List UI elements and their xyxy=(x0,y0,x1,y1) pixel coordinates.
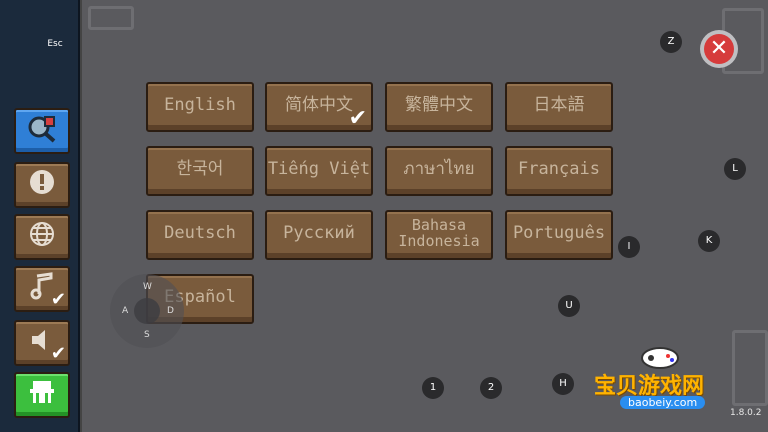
sidebar-shop-button[interactable] xyxy=(14,372,70,418)
language-button[interactable]: Tiếng Việt xyxy=(265,146,373,196)
joystick-knob[interactable] xyxy=(134,298,160,324)
virtual-joystick[interactable]: W A D S xyxy=(110,274,184,348)
language-button[interactable]: Português xyxy=(505,210,613,260)
close-hotkey-hint: Z xyxy=(660,31,682,53)
sidebar-language-button[interactable] xyxy=(14,214,70,260)
language-button[interactable]: 繁體中文 xyxy=(385,82,493,132)
language-button[interactable]: Русский xyxy=(265,210,373,260)
sidebar-sound-button[interactable]: ✔ xyxy=(14,320,70,366)
close-button[interactable]: ✕ xyxy=(700,30,738,68)
language-label: Tiếng Việt xyxy=(267,159,371,179)
watermark-url: baobeiy.com xyxy=(620,396,706,409)
language-label: Deutsch xyxy=(164,223,236,243)
language-label: Français xyxy=(518,159,600,179)
gamepad-icon xyxy=(641,347,679,369)
language-button[interactable]: Bahasa Indonesia xyxy=(385,210,493,260)
joystick-label-a: A xyxy=(122,306,129,316)
magnifier-icon xyxy=(25,113,59,149)
selected-check-icon: ✔ xyxy=(348,106,367,131)
exclamation-icon xyxy=(29,169,55,201)
joystick-label-d: D xyxy=(167,306,174,316)
sidebar: Esc ✔ ✔ xyxy=(0,0,80,432)
hotkey-hint-1: 1 xyxy=(422,377,444,399)
sidebar-music-button[interactable]: ✔ xyxy=(14,266,70,312)
language-label: ภาษาไทย xyxy=(403,159,475,179)
esc-key-hint[interactable]: Esc xyxy=(40,34,70,54)
music-check-icon: ✔ xyxy=(50,289,66,310)
sidebar-search-button[interactable] xyxy=(14,108,70,154)
language-label: 繁體中文 xyxy=(405,95,473,115)
language-label: Bahasa Indonesia xyxy=(398,216,480,250)
sidebar-notice-button[interactable] xyxy=(14,162,70,208)
language-button[interactable]: Deutsch xyxy=(146,210,254,260)
hotkey-hint-2: 2 xyxy=(480,377,502,399)
language-label: 한국어 xyxy=(176,159,224,179)
watermark-logo: 宝贝游戏网 baobeiy.com xyxy=(590,340,740,416)
version-label: 1.8.0.2 xyxy=(730,408,762,418)
hotkey-hint-l: L xyxy=(724,158,746,180)
language-button[interactable]: English xyxy=(146,82,254,132)
joystick-label-s: S xyxy=(144,330,150,340)
close-icon: ✕ xyxy=(704,34,734,64)
hotkey-hint-k: K xyxy=(698,230,720,252)
language-button[interactable]: 한국어 xyxy=(146,146,254,196)
globe-icon xyxy=(29,221,55,253)
sound-check-icon: ✔ xyxy=(50,343,66,364)
joystick-label-w: W xyxy=(143,282,152,292)
language-button[interactable]: 简体中文 ✔ xyxy=(265,82,373,132)
hotkey-hint-h: H xyxy=(552,373,574,395)
shop-icon xyxy=(27,377,57,413)
language-label: 简体中文 xyxy=(285,95,353,115)
language-label: 日本語 xyxy=(533,95,585,115)
hotkey-hint-u: U xyxy=(558,295,580,317)
language-button[interactable]: Français xyxy=(505,146,613,196)
frame-ornament xyxy=(88,6,134,30)
language-label: English xyxy=(164,95,236,115)
language-label: Русский xyxy=(283,223,355,243)
language-button[interactable]: ภาษาไทย xyxy=(385,146,493,196)
hotkey-hint-i: I xyxy=(618,236,640,258)
language-button[interactable]: 日本語 xyxy=(505,82,613,132)
language-label: Português xyxy=(512,223,606,243)
